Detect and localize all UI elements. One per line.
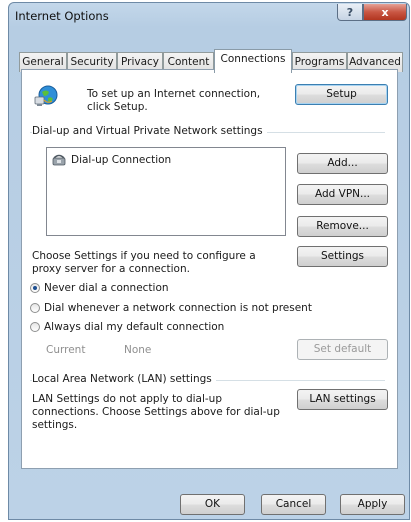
current-value: None [124, 344, 152, 356]
dialup-phone-icon [52, 154, 66, 166]
radio-label: Never dial a connection [44, 282, 169, 294]
radio-dial-whenever[interactable]: Dial whenever a network connection is no… [30, 302, 312, 314]
list-item-label: Dial-up Connection [71, 154, 172, 166]
list-item[interactable]: Dial-up Connection [52, 154, 171, 166]
window-title: Internet Options [15, 9, 109, 23]
lan-group-label: Local Area Network (LAN) settings [32, 373, 216, 385]
globe-connection-icon [34, 85, 58, 106]
remove-button[interactable]: Remove... [297, 216, 388, 237]
ok-button[interactable]: OK [180, 494, 245, 515]
setup-button[interactable]: Setup [295, 84, 388, 105]
add-button[interactable]: Add... [297, 153, 388, 174]
help-icon: ? [346, 5, 354, 19]
radio-label: Dial whenever a network connection is no… [44, 302, 312, 314]
radio-always-dial[interactable]: Always dial my default connection [30, 321, 224, 333]
lan-description: LAN Settings do not apply to dial-up con… [32, 393, 280, 431]
tab-label: Content [167, 56, 210, 68]
add-vpn-button[interactable]: Add VPN... [297, 184, 388, 205]
apply-button[interactable]: Apply [340, 494, 405, 515]
tab-label: Privacy [120, 56, 160, 68]
lan-settings-button[interactable]: LAN settings [297, 389, 388, 410]
tab-connections[interactable]: Connections [214, 49, 292, 73]
title-bar[interactable]: Internet Options ? x [9, 3, 409, 29]
tab-label: Advanced [349, 56, 401, 68]
connection-list[interactable]: Dial-up Connection [46, 147, 286, 236]
tab-label: Security [70, 56, 114, 68]
tab-label: Programs [294, 56, 345, 68]
settings-button[interactable]: Settings [297, 246, 388, 267]
radio-label: Always dial my default connection [44, 321, 225, 333]
setup-description: To set up an Internet connection, click … [87, 88, 261, 113]
radio-indicator[interactable] [30, 283, 40, 293]
proxy-description: Choose Settings if you need to configure… [32, 250, 256, 275]
tab-label: Connections [220, 53, 286, 65]
cancel-button[interactable]: Cancel [261, 494, 326, 515]
radio-indicator[interactable] [30, 322, 40, 332]
close-button[interactable]: x [363, 4, 407, 21]
radio-indicator[interactable] [30, 303, 40, 313]
close-icon: x [381, 5, 389, 19]
radio-never-dial[interactable]: Never dial a connection [30, 282, 169, 294]
current-label: Current [46, 344, 86, 356]
dialup-group-label: Dial-up and Virtual Private Network sett… [32, 125, 267, 137]
help-button[interactable]: ? [337, 4, 363, 21]
set-default-button[interactable]: Set default [297, 339, 388, 360]
tab-label: General [22, 56, 64, 68]
